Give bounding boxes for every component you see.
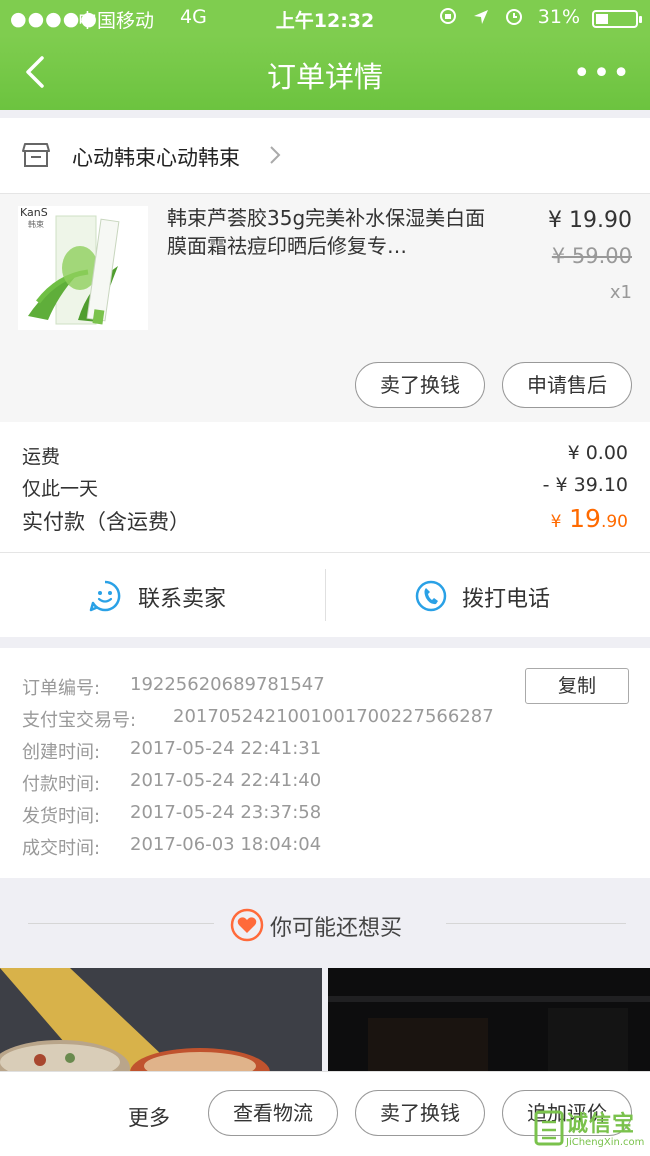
- store-icon: [22, 143, 50, 167]
- site-watermark: 诚信宝 JiChengXin.com: [532, 1104, 650, 1156]
- created-time-value: 2017-05-24 22:41:31: [130, 738, 322, 759]
- thumb-brand: KanS: [20, 206, 48, 219]
- shipped-time-value: 2017-05-24 23:37:58: [130, 802, 322, 823]
- shop-name: 心动韩束心动韩束: [72, 146, 240, 170]
- shipping-value: ¥ 0.00: [567, 442, 628, 464]
- order-number-label: 订单编号:: [22, 678, 101, 699]
- order-number-value: 19225620689781547: [130, 674, 325, 695]
- discount-value: - ¥ 39.10: [542, 474, 628, 496]
- recommend-item-dark[interactable]: [328, 968, 650, 1072]
- chevron-right-icon: [270, 146, 281, 164]
- alipay-no-value: 2017052421001001700227566287: [173, 706, 494, 727]
- rotation-lock-icon: [439, 8, 456, 24]
- watermark-text: 诚信宝: [566, 1112, 636, 1137]
- paid-decimal: .90: [600, 512, 628, 532]
- call-phone-label: 拨打电话: [462, 587, 551, 612]
- recommend-header: 你可能还想买: [0, 896, 650, 952]
- more-menu-button[interactable]: •••: [573, 56, 632, 91]
- product-quantity: x1: [609, 282, 632, 303]
- call-phone-button[interactable]: 拨打电话: [326, 553, 650, 637]
- product-item[interactable]: KanS 韩束 韩束芦荟胶35g完美补水保湿美白面膜面霜祛痘印晒后修复专… ¥ …: [0, 194, 650, 422]
- paid-row: 实付款（含运费） ¥ 19.90: [22, 504, 628, 536]
- location-icon: [473, 10, 488, 24]
- heart-icon: [230, 908, 264, 942]
- done-time-label: 成交时间:: [22, 838, 101, 859]
- copy-order-number-button[interactable]: 复制: [525, 668, 629, 704]
- recommend-item-shoes[interactable]: [0, 968, 322, 1072]
- watermark-logo-icon: [534, 1110, 564, 1146]
- shipped-time-label: 发货时间:: [22, 806, 101, 827]
- product-price: ¥ 19.90: [548, 208, 632, 233]
- paid-amount: ¥ 19.90: [551, 504, 628, 533]
- shipping-row: 运费 ¥ 0.00: [22, 442, 628, 472]
- product-thumbnail[interactable]: KanS 韩束: [18, 206, 148, 330]
- page-title: 订单详情: [266, 60, 383, 94]
- watermark-sub: JiChengXin.com: [566, 1137, 645, 1148]
- nav-bar: 订单详情 •••: [0, 36, 650, 110]
- battery-percent: 31%: [537, 6, 580, 28]
- sell-for-cash-bottom-button[interactable]: 卖了换钱: [355, 1090, 485, 1136]
- chat-face-icon: [89, 580, 121, 612]
- view-logistics-button[interactable]: 查看物流: [208, 1090, 338, 1136]
- contact-bar: 联系卖家 拨打电话: [0, 553, 650, 637]
- battery-icon: [592, 10, 642, 28]
- shop-row[interactable]: 心动韩束心动韩束: [0, 118, 650, 194]
- recommend-title: 你可能还想买: [270, 916, 403, 941]
- recommend-grid: [0, 968, 650, 1072]
- paid-currency: ¥: [550, 512, 562, 532]
- product-name[interactable]: 韩束芦荟胶35g完美补水保湿美白面膜面霜祛痘印晒后修复专…: [167, 204, 497, 262]
- paid-time-label: 付款时间:: [22, 774, 101, 795]
- discount-row: 仅此一天 - ¥ 39.10: [22, 474, 628, 504]
- status-indicators: 31%: [438, 6, 580, 28]
- paid-label: 实付款（含运费）: [22, 510, 190, 534]
- status-bar: ●●●●● 中国移动 4G 上午12:32 31%: [0, 0, 650, 36]
- paid-integer: 19: [569, 504, 601, 533]
- apply-after-sale-button[interactable]: 申请售后: [502, 362, 632, 408]
- alarm-icon: [505, 9, 522, 25]
- paid-time-value: 2017-05-24 22:41:40: [130, 770, 322, 791]
- discount-label: 仅此一天: [22, 478, 99, 500]
- order-number-row: 订单编号: 19225620689781547: [22, 674, 325, 702]
- contact-seller-label: 联系卖家: [138, 587, 227, 612]
- recommend-divider-right: [446, 923, 626, 924]
- done-time-value: 2017-06-03 18:04:04: [130, 834, 322, 855]
- created-time-row: 创建时间: 2017-05-24 22:41:31: [22, 738, 321, 766]
- recommend-divider-left: [28, 923, 214, 924]
- more-actions-button[interactable]: 更多: [128, 1102, 170, 1132]
- order-info: 订单编号: 19225620689781547 复制 支付宝交易号: 20170…: [0, 648, 650, 878]
- alipay-no-label: 支付宝交易号:: [22, 710, 137, 731]
- paid-time-row: 付款时间: 2017-05-24 22:41:40: [22, 770, 321, 798]
- alipay-no-row: 支付宝交易号: 2017052421001001700227566287: [22, 706, 494, 734]
- shoes-image: [0, 968, 322, 1072]
- original-price: ¥ 59.00: [551, 244, 632, 268]
- shipped-time-row: 发货时间: 2017-05-24 23:37:58: [22, 802, 321, 830]
- dark-product-image: [328, 968, 650, 1072]
- shipping-label: 运费: [22, 446, 61, 468]
- thumb-brand-sub: 韩束: [28, 220, 44, 229]
- phone-icon: [415, 580, 447, 612]
- done-time-row: 成交时间: 2017-06-03 18:04:04: [22, 834, 321, 862]
- created-time-label: 创建时间:: [22, 742, 101, 763]
- fee-summary: 运费 ¥ 0.00 仅此一天 - ¥ 39.10 实付款（含运费） ¥ 19.9…: [0, 422, 650, 553]
- contact-seller-button[interactable]: 联系卖家: [0, 553, 325, 637]
- sell-for-cash-button[interactable]: 卖了换钱: [355, 362, 485, 408]
